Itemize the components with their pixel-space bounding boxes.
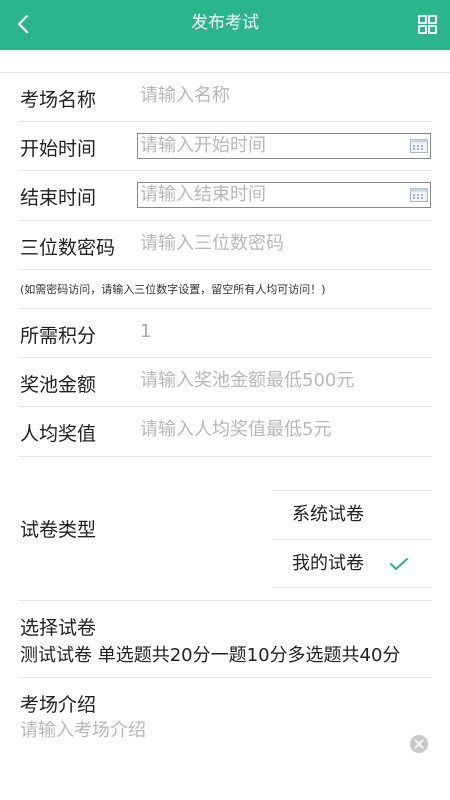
end-time-input[interactable] — [138, 183, 430, 207]
venue-name-row: 考场名称 — [18, 73, 432, 122]
start-time-row: 开始时间 — [18, 122, 432, 171]
close-icon — [414, 739, 424, 749]
start-time-input[interactable] — [138, 134, 430, 158]
prize-pool-row: 奖池金额 — [18, 358, 432, 407]
intro-section: 考场介绍 — [18, 678, 432, 778]
paper-type-option-mine[interactable]: 我的试卷 — [272, 539, 432, 588]
hint-row — [18, 270, 432, 309]
per-person-field — [140, 419, 432, 440]
selected-paper-value: 测试试卷 单选题共20分一题10分多选题共40分 — [20, 645, 401, 666]
end-time-label: 结束时间 — [20, 187, 97, 209]
password-field — [140, 233, 432, 254]
page-title: 发布考试 — [191, 13, 259, 33]
per-person-input[interactable] — [140, 419, 432, 440]
paper-type-label: 试卷类型 — [20, 519, 97, 541]
venue-name-input[interactable] — [140, 85, 432, 106]
paper-type-options: 系统试卷 我的试卷 — [272, 490, 432, 588]
prize-pool-field — [140, 370, 432, 391]
grid-icon — [418, 15, 437, 34]
calendar-icon[interactable] — [410, 139, 428, 153]
points-label: 所需积分 — [20, 325, 97, 347]
venue-name-field — [140, 85, 432, 106]
password-label: 三位数密码 — [20, 237, 116, 259]
per-person-label: 人均奖值 — [20, 423, 97, 445]
intro-label: 考场介绍 — [20, 694, 97, 716]
password-row: 三位数密码 — [18, 221, 432, 270]
end-time-row: 结束时间 — [18, 171, 432, 221]
paper-type-option-system[interactable]: 系统试卷 — [272, 490, 432, 539]
clear-button[interactable] — [410, 735, 428, 753]
end-time-field — [137, 182, 431, 208]
per-person-row: 人均奖值 — [18, 407, 432, 457]
prize-pool-input[interactable] — [140, 370, 432, 391]
select-paper-row[interactable]: 选择试卷 测试试卷 单选题共20分一题10分多选题共40分 — [18, 601, 432, 678]
points-row: 所需积分 1 — [18, 309, 432, 358]
start-time-field — [137, 133, 431, 159]
intro-textarea[interactable] — [20, 716, 390, 766]
checkmark-icon — [390, 558, 408, 570]
points-field: 1 — [140, 321, 432, 342]
calendar-icon[interactable] — [410, 188, 428, 202]
app-header: 发布考试 — [0, 0, 450, 50]
password-input[interactable] — [140, 233, 432, 254]
option-label: 我的试卷 — [292, 553, 364, 574]
points-value[interactable]: 1 — [140, 321, 151, 342]
select-paper-label: 选择试卷 — [20, 617, 97, 639]
venue-name-label: 考场名称 — [20, 89, 97, 111]
option-label: 系统试卷 — [292, 504, 364, 525]
menu-grid-button[interactable] — [416, 12, 440, 36]
prize-pool-label: 奖池金额 — [20, 374, 97, 396]
start-time-label: 开始时间 — [20, 138, 97, 160]
